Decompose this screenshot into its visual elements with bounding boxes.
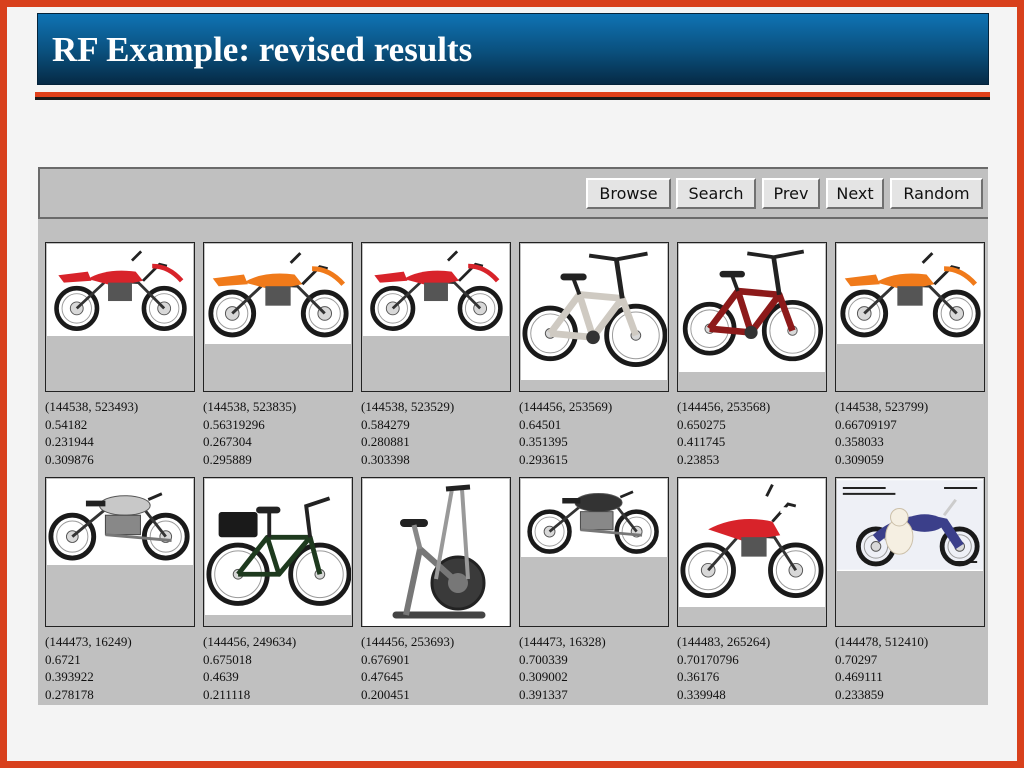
result-id: (144473, 16328)	[519, 634, 606, 649]
result-thumbnail[interactable]	[835, 242, 985, 392]
result-score-v2: 0.469111	[835, 669, 883, 684]
result-scores: (144456, 249634) 0.675018 0.4639 0.211118	[203, 633, 363, 703]
result-thumbnail[interactable]	[203, 477, 353, 627]
result-id: (144456, 249634)	[203, 634, 297, 649]
result-thumbnail[interactable]	[519, 477, 669, 627]
result-thumbnail[interactable]	[45, 477, 195, 627]
result-scores: (144456, 253569) 0.64501 0.351395 0.293615	[519, 398, 679, 468]
motorcycle-icon	[47, 479, 193, 565]
result-id: (144456, 253569)	[519, 399, 613, 414]
result-score-v3: 0.293615	[519, 451, 568, 467]
result-id: (144456, 253568)	[677, 399, 771, 414]
result-thumbnail[interactable]	[519, 242, 669, 392]
result-thumbnail[interactable]	[677, 477, 827, 627]
result-thumbnail[interactable]	[361, 242, 511, 392]
result-scores: (144473, 16249) 0.6721 0.393922 0.278178	[45, 633, 205, 703]
result-score-v1: 0.675018	[203, 651, 252, 667]
result-score-v1: 0.6721	[45, 651, 81, 667]
result-score-v3: 0.200451	[361, 686, 410, 702]
result-score-v3: 0.23853	[677, 451, 720, 467]
result-thumbnail[interactable]	[361, 477, 511, 627]
dirt-bike-icon	[205, 244, 351, 344]
result-score-v3: 0.339948	[677, 686, 726, 702]
result-id: (144538, 523799)	[835, 399, 929, 414]
result-scores: (144473, 16328) 0.700339 0.309002 0.391337	[519, 633, 679, 703]
result-id: (144538, 523493)	[45, 399, 139, 414]
dirt-bike-icon	[837, 244, 983, 344]
result-score-v2: 0.231944	[45, 434, 94, 449]
result-scores: (144456, 253693) 0.676901 0.47645 0.200451	[361, 633, 521, 703]
result-score-v3: 0.309059	[835, 451, 884, 467]
bicycle-icon	[521, 244, 667, 380]
dirt-bike-icon	[363, 244, 509, 336]
result-score-v2: 0.47645	[361, 669, 404, 684]
search-button[interactable]: Search	[676, 178, 756, 209]
bicycle-icon	[679, 244, 825, 372]
result-id: (144483, 265264)	[677, 634, 771, 649]
random-button[interactable]: Random	[890, 178, 983, 209]
title-underline-dark	[35, 97, 990, 100]
result-score-v2: 0.393922	[45, 669, 94, 684]
toolbar: Browse Search Prev Next Random	[38, 167, 988, 219]
result-score-v1: 0.650275	[677, 416, 726, 432]
result-score-v1: 0.64501	[519, 416, 562, 432]
result-score-v3: 0.233859	[835, 686, 884, 702]
result-score-v1: 0.54182	[45, 416, 88, 432]
result-scores: (144538, 523799) 0.66709197 0.358033 0.3090…	[835, 398, 995, 468]
result-thumbnail[interactable]	[835, 477, 985, 627]
result-score-v1: 0.56319296	[203, 416, 265, 432]
browse-button[interactable]: Browse	[586, 178, 671, 209]
result-score-v1: 0.70297	[835, 651, 878, 667]
result-score-v3: 0.391337	[519, 686, 568, 702]
result-score-v3: 0.211118	[203, 686, 251, 702]
result-score-v2: 0.411745	[677, 434, 726, 449]
result-scores: (144538, 523529) 0.584279 0.280881 0.303398	[361, 398, 521, 468]
result-score-v2: 0.351395	[519, 434, 568, 449]
slide: RF Example: revised results Browse Searc…	[7, 7, 1017, 761]
exercise-bike-icon	[363, 479, 509, 626]
result-score-v2: 0.36176	[677, 669, 720, 684]
result-score-v3: 0.303398	[361, 451, 410, 467]
result-id: (144478, 512410)	[835, 634, 929, 649]
result-id: (144473, 16249)	[45, 634, 132, 649]
result-scores: (144538, 523835) 0.56319296 0.267304 0.2958…	[203, 398, 363, 468]
result-score-v3: 0.309876	[45, 451, 94, 467]
result-score-v1: 0.676901	[361, 651, 410, 667]
result-score-v1: 0.584279	[361, 416, 410, 432]
next-button[interactable]: Next	[826, 178, 884, 209]
motorcycle-icon	[521, 479, 667, 557]
result-id: (144538, 523835)	[203, 399, 297, 414]
result-score-v2: 0.280881	[361, 434, 410, 449]
result-score-v1: 0.66709197	[835, 416, 897, 432]
result-score-v3: 0.295889	[203, 451, 252, 467]
result-score-v2: 0.358033	[835, 434, 884, 449]
result-id: (144456, 253693)	[361, 634, 455, 649]
title-bar: RF Example: revised results	[37, 13, 989, 85]
result-score-v3: 0.278178	[45, 686, 94, 702]
result-thumbnail[interactable]	[45, 242, 195, 392]
result-scores: (144538, 523493) 0.54182 0.231944 0.309876	[45, 398, 205, 468]
bicycle-icon	[205, 479, 351, 615]
result-scores: (144478, 512410) 0.70297 0.469111 0.233859	[835, 633, 995, 703]
result-id: (144538, 523529)	[361, 399, 455, 414]
result-thumbnail[interactable]	[677, 242, 827, 392]
result-scores: (144483, 265264) 0.70170796 0.36176 0.33994…	[677, 633, 837, 703]
result-scores: (144456, 253568) 0.650275 0.411745 0.23853	[677, 398, 837, 468]
cruiser-motorcycle-icon	[837, 479, 983, 571]
dirt-bike-icon	[47, 244, 193, 336]
result-thumbnail[interactable]	[203, 242, 353, 392]
dirt-bike-icon	[679, 479, 825, 607]
image-retrieval-app: Browse Search Prev Next Random (144538, …	[38, 167, 988, 705]
page-title: RF Example: revised results	[52, 30, 473, 69]
result-score-v2: 0.4639	[203, 669, 239, 684]
result-score-v1: 0.700339	[519, 651, 568, 667]
result-score-v2: 0.309002	[519, 669, 568, 684]
prev-button[interactable]: Prev	[762, 178, 820, 209]
result-score-v1: 0.70170796	[677, 651, 739, 667]
result-score-v2: 0.267304	[203, 434, 252, 449]
